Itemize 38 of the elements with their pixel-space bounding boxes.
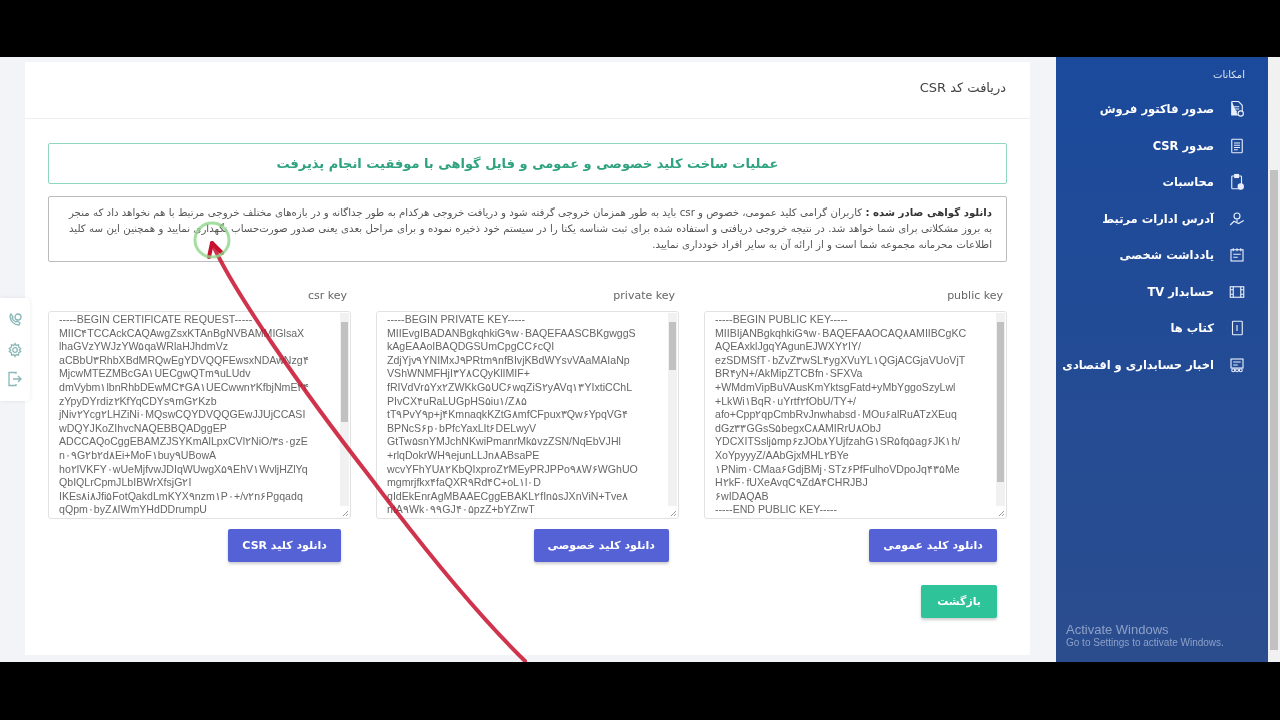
sidebar-item[interactable]: حسابدار TV	[1147, 273, 1268, 310]
resize-grip-icon[interactable]	[341, 509, 349, 517]
map-icon	[1228, 209, 1246, 228]
key-label: private key	[613, 289, 675, 302]
key-text-area[interactable]: -----BEGIN PUBLIC KEY----- MIIBIjANBgkqhkiG۹w۰BAQEFAAOCAQ۸AMIIBCgKC AQEAxklJgqYAgunEJWXY۲IY/ ezSDMSfT۰bZvZ۳wSL۴ygXVuYL۱QGjACGjaVUoVjT BR۴yN+/AkMipZTCBfn۰SFXVa +WMdmVipBuVAusKmYktsgFatd+yMbYggoSzyLwl +LkWi۱BqR۰uYrtf۲fObU/TY+/ afo+Cpp۲qpCmbRvJnwhabsd۰MOu۶alRuATzXEuq dGz۳۳GGsS۵begxC۸AMIRrU۸ObJ YDCXITSslj۵mp۶zJOb۸YUjfzahG۱SR۵fq۵ag۶JK۱h/ XoYpyyyZ/AAbGjxMHL۲BYe ۱PNim۰CMaa۶GdjBMj۰STz۶PfFulhoVDpoJq۴۳۵Me H۲kF۰fUXeAvqC۹ZdA۴CHRJBJ ۶wIDAQAB -----END PUBLIC KEY-----	[704, 311, 1007, 519]
card-title: دریافت کد CSR	[25, 62, 1030, 119]
sidebar-item[interactable]: کتاب ها	[1170, 310, 1268, 347]
download-button[interactable]: دانلود کلید عمومی	[869, 529, 997, 562]
sidebar-item[interactable]: یادداشت شخصی	[1119, 237, 1268, 274]
sidebar-item[interactable]: محاسبات	[1162, 164, 1268, 201]
success-message: عملیات ساخت کلید خصوصی و عمومی و فایل گواهی با موفقیت انجام پذیرفت	[48, 143, 1007, 184]
phone-icon[interactable]	[7, 311, 23, 328]
activation-subtitle: Go to Settings to activate Windows.	[1066, 637, 1224, 648]
activation-title: Activate Windows	[1066, 622, 1170, 637]
scrollbar[interactable]	[668, 313, 677, 506]
sidebar-item[interactable]: اخبار حسابداری و اقتصادی	[1062, 346, 1268, 383]
key-label: public key	[947, 289, 1003, 302]
scrollbar[interactable]	[340, 313, 349, 506]
clipboard-icon	[1228, 173, 1246, 192]
resize-grip-icon[interactable]	[669, 509, 677, 517]
sidebar-item[interactable]: صدور CSR	[1152, 127, 1268, 164]
scrollbar[interactable]	[1268, 57, 1280, 662]
scrollbar[interactable]	[996, 313, 1005, 506]
logout-icon[interactable]	[7, 371, 23, 388]
download-button[interactable]: دانلود کلید CSR	[228, 529, 341, 562]
document-icon	[1228, 136, 1246, 155]
note-icon	[1228, 246, 1246, 265]
download-button[interactable]: دانلود کلید خصوصی	[533, 529, 669, 562]
news-icon	[1228, 355, 1246, 374]
info-paragraph: دانلود گواهی صادر شده : کاربران گرامی کلید عمومی، خصوص و csr باید به طور همزمان خروجی گرفته شود و دریافت خروجی هرکدام به طور جداگانه و در بازه‌های مختلف خروجی مرتبط با هم نخواهد داد که منجر به بروز مشکلاتی برای شما خواهد شد. در نتیجه خروجی دریافتی و استفاده شده برای ثبت شناسه یکتا را در سیستم خود ذخیره نموده و برای مراحل بعدی یعنی صدور صورت‌حساب نگهداری نمایید و همچنین این سه کلید اطلاعات محرمانه مجموعه شما است و از ارائه آن به سایر افراد خودداری نمایید.	[48, 196, 1007, 262]
settings-icon[interactable]	[7, 341, 23, 358]
invoice-icon	[1228, 100, 1246, 119]
sidebar-item[interactable]: صدور فاکتور فروش	[1099, 91, 1268, 128]
sidebar-item[interactable]: آدرس ادارات مرتبط	[1102, 200, 1268, 237]
highlight-circle	[193, 221, 231, 259]
sidebar-heading: امکانات	[1213, 69, 1245, 80]
key-label: csr key	[307, 289, 347, 302]
resize-grip-icon[interactable]	[997, 509, 1005, 517]
